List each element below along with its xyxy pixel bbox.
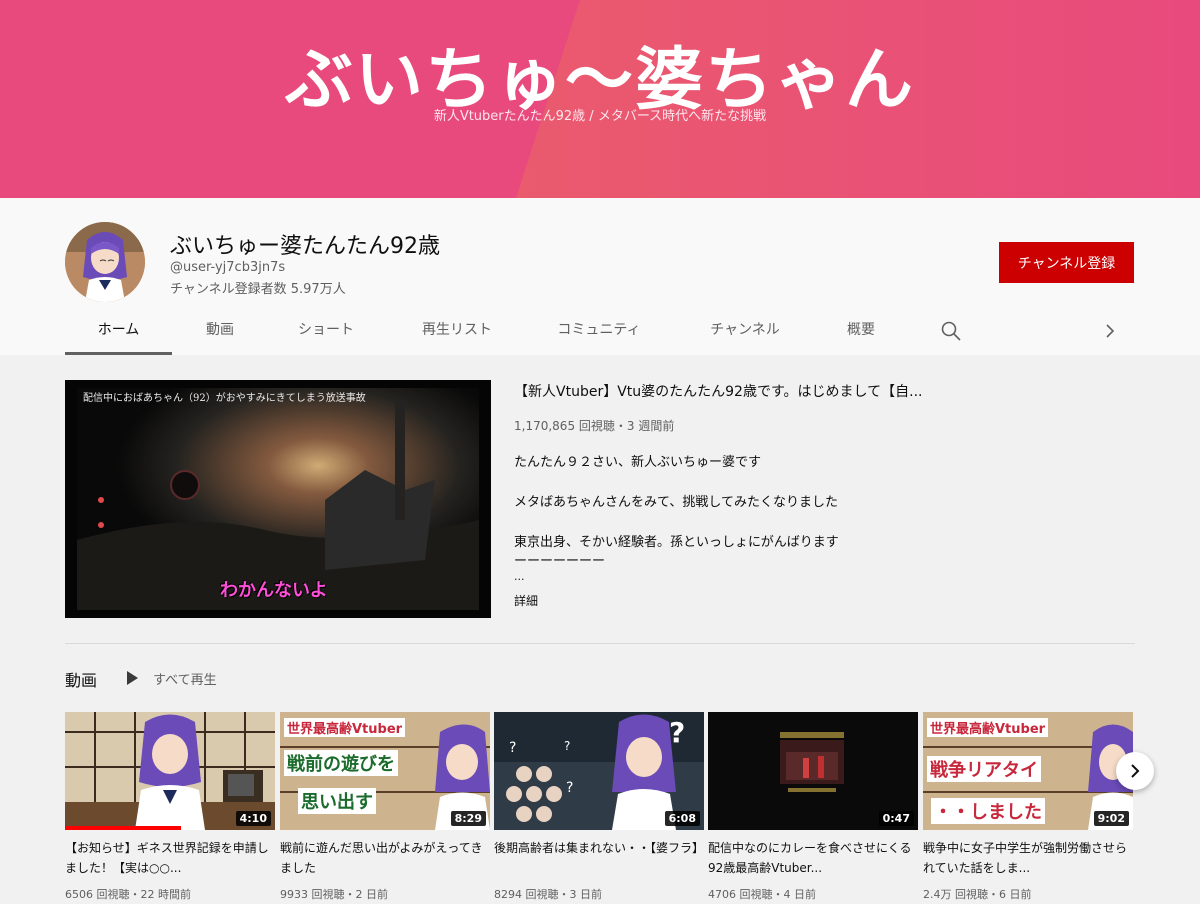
video-thumbnail[interactable]: ? ? ? ? 6:08 [494, 712, 704, 830]
tab-home[interactable]: ホーム [65, 310, 172, 355]
thumbnail-text: 世界最高齢Vtuber [284, 718, 406, 737]
thumbnail-text: ・・しました [931, 798, 1045, 824]
video-title[interactable]: 後期高齢者は集まれない・・【婆フラ】 [494, 838, 704, 878]
section-title[interactable]: 動画 [65, 667, 97, 691]
video-duration: 6:08 [664, 811, 700, 826]
video-card[interactable]: 0:47 配信中なのにカレーを食べさせにくる92歳最高齢Vtuber... 47… [708, 712, 918, 902]
thumbnail-text: 世界最高齢Vtuber [927, 718, 1049, 737]
watch-progress-bar [65, 826, 181, 830]
featured-description-line: たんたん９２さい、新人ぶいちゅー婆です [514, 455, 762, 470]
svg-text:?: ? [564, 739, 570, 753]
svg-text:?: ? [566, 780, 573, 796]
video-thumbnail[interactable]: 世界最高齢Vtuber 戦前の遊びを 思い出す 8:29 [280, 712, 490, 830]
channel-avatar[interactable] [65, 222, 145, 302]
video-duration: 4:10 [235, 811, 271, 826]
channel-banner: ぶいちゅ〜婆ちゃん 新人Vtuberたんたん92歳 / メタバース時代へ新たな挑… [0, 0, 1200, 198]
featured-overlay-subtitle: わかんないよ [220, 580, 328, 601]
video-meta: 4706 回視聴・4 日前 [708, 888, 816, 901]
channel-handle: @user-yj7cb3jn7s [170, 260, 286, 275]
video-thumbnail[interactable]: 0:47 [708, 712, 918, 830]
play-all-button[interactable]: すべて再生 [125, 668, 217, 688]
featured-description-line: ーーーーーーー [514, 554, 606, 569]
channel-header: ぶいちゅー婆たんたん92歳 @user-yj7cb3jn7s チャンネル登録者数… [0, 198, 1200, 355]
carousel-next-button[interactable] [1116, 752, 1154, 790]
banner-subtitle: 新人Vtuberたんたん92歳 / メタバース時代へ新たな挑戦 [433, 109, 767, 124]
featured-description-line: 東京出身、そかい経験者。孫といっしょにがんばります [514, 535, 839, 550]
video-meta: 9933 回視聴・2 日前 [280, 888, 388, 901]
thumbnail-text: 戦争リアタイ [927, 756, 1041, 782]
tab-playlists[interactable]: 再生リスト [407, 310, 507, 355]
svg-text:?: ? [509, 740, 516, 756]
tab-channels[interactable]: チャンネル [695, 310, 795, 355]
featured-video-title[interactable]: 【新人Vtuber】Vtu婆のたんたん92歳です。はじめまして【自... [514, 381, 934, 401]
subscribe-button[interactable]: チャンネル登録 [999, 242, 1134, 283]
video-title[interactable]: 配信中なのにカレーを食べさせにくる92歳最高齢Vtuber... [708, 838, 918, 878]
video-title[interactable]: 戦前に遊んだ思い出がよみがえってきました [280, 838, 490, 878]
subscriber-count: チャンネル登録者数 5.97万人 [170, 282, 346, 297]
channel-tabs: ホーム 動画 ショート 再生リスト コミュニティ チャンネル 概要 [65, 310, 1135, 355]
thumbnail-text: 思い出す [298, 788, 376, 814]
video-meta: 8294 回視聴・3 日前 [494, 888, 602, 901]
channel-name: ぶいちゅー婆たんたん92歳 [170, 234, 440, 259]
video-meta: 2.4万 回視聴・6 日前 [923, 888, 1032, 901]
chevron-right-icon [1131, 764, 1140, 778]
video-thumbnail[interactable]: 世界最高齢Vtuber 戦争リアタイ ・・しました 9:02 [923, 712, 1133, 830]
tab-shorts[interactable]: ショート [285, 310, 367, 355]
tab-community[interactable]: コミュニティ [543, 310, 655, 355]
tab-videos[interactable]: 動画 [185, 310, 255, 355]
video-duration: 8:29 [450, 811, 486, 826]
video-card[interactable]: 4:10 【お知らせ】ギネス世界記録を申請しました！【実は○○... 6506 … [65, 712, 275, 902]
featured-overlay-caption: 配信中におばあちゃん（92）がおやすみにきてしまう放送事故 [83, 393, 366, 404]
featured-video-player[interactable]: 配信中におばあちゃん（92）がおやすみにきてしまう放送事故 わかんないよ [65, 380, 491, 618]
search-icon[interactable] [940, 320, 962, 342]
video-thumbnail[interactable]: 4:10 [65, 712, 275, 830]
video-card[interactable]: 世界最高齢Vtuber 戦争リアタイ ・・しました 9:02 戦争中に女子中学生… [923, 712, 1133, 902]
featured-video-meta: 1,170,865 回視聴・3 週間前 [514, 419, 675, 433]
tab-about[interactable]: 概要 [833, 310, 889, 355]
video-duration: 0:47 [878, 811, 914, 826]
svg-text:?: ? [669, 716, 685, 749]
video-title[interactable]: 【お知らせ】ギネス世界記録を申請しました！【実は○○... [65, 838, 275, 878]
play-all-label: すべて再生 [153, 672, 217, 688]
video-duration: 9:02 [1093, 811, 1129, 826]
section-divider [65, 643, 1135, 644]
chevron-right-icon[interactable] [1100, 320, 1120, 342]
play-icon [127, 671, 138, 685]
featured-more-link[interactable]: 詳細 [514, 592, 538, 609]
video-meta: 6506 回視聴・22 時間前 [65, 888, 191, 901]
featured-description-line: メタばあちゃんさんをみて、挑戦してみたくなりました [514, 495, 838, 510]
featured-description-line: ... [514, 570, 525, 583]
video-card[interactable]: 世界最高齢Vtuber 戦前の遊びを 思い出す 8:29 戦前に遊んだ思い出がよ… [280, 712, 490, 902]
video-title[interactable]: 戦争中に女子中学生が強制労働させられていた話をしま... [923, 838, 1133, 878]
thumbnail-text: 戦前の遊びを [284, 750, 398, 776]
video-card[interactable]: ? ? ? ? 6:08 後期高齢者は集まれない・・【婆フラ】 8294 回視聴… [494, 712, 704, 902]
